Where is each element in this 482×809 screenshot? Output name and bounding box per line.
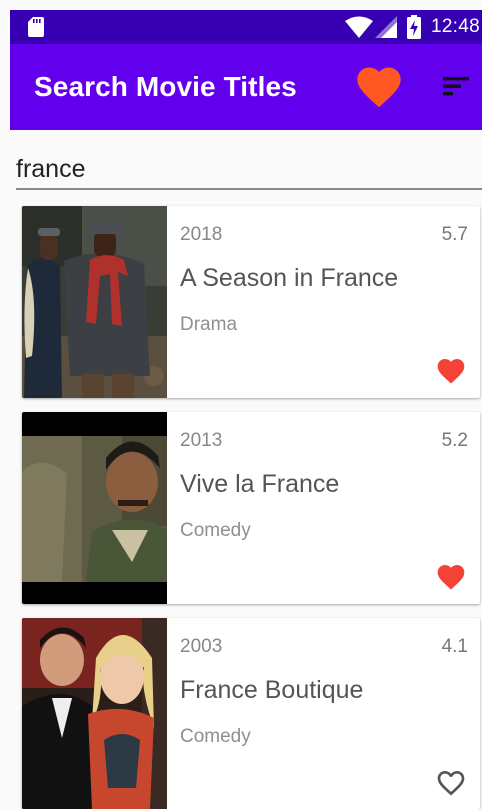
sd-card-icon xyxy=(28,17,44,37)
movie-card[interactable]: 2018 5.7 A Season in France Drama xyxy=(22,206,480,398)
status-time: 12:48 xyxy=(430,16,480,37)
movie-year: 2013 xyxy=(180,430,223,451)
sort-icon[interactable] xyxy=(440,70,472,102)
search-bar xyxy=(10,130,482,192)
favorite-button[interactable] xyxy=(434,767,468,799)
movie-year: 2018 xyxy=(180,224,223,245)
movie-poster xyxy=(22,206,167,398)
movie-title: Vive la France xyxy=(180,470,340,498)
battery-charging-icon xyxy=(406,15,421,39)
heart-outline-icon xyxy=(437,771,465,796)
wifi-icon xyxy=(344,16,373,38)
app-bar: Search Movie Titles xyxy=(10,44,482,130)
movie-poster xyxy=(22,412,167,604)
movie-rating: 5.2 xyxy=(441,430,468,451)
cell-signal-icon xyxy=(374,16,397,38)
movie-genre: Comedy xyxy=(180,726,251,747)
favorite-button[interactable] xyxy=(434,561,468,593)
movie-title: France Boutique xyxy=(180,676,364,704)
app-title: Search Movie Titles xyxy=(34,71,297,102)
favorite-button[interactable] xyxy=(434,355,468,387)
movie-rating: 4.1 xyxy=(441,636,468,657)
heart-icon[interactable] xyxy=(353,61,405,113)
movie-poster xyxy=(22,618,167,809)
movie-card[interactable]: 2013 5.2 Vive la France Comedy xyxy=(22,412,480,604)
heart-filled-icon xyxy=(437,565,465,590)
movie-rating: 5.7 xyxy=(441,224,468,245)
movie-year: 2003 xyxy=(180,636,223,657)
heart-filled-icon xyxy=(437,359,465,384)
status-bar: 12:48 xyxy=(10,10,482,44)
movie-card[interactable]: 2003 4.1 France Boutique Comedy xyxy=(22,618,480,809)
search-input[interactable] xyxy=(16,150,482,190)
movie-genre: Drama xyxy=(180,314,238,335)
movie-genre: Comedy xyxy=(180,520,251,541)
movie-title: A Season in France xyxy=(180,264,399,292)
